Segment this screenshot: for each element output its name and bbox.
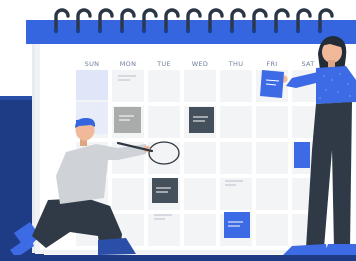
weekday-thu: THU — [228, 60, 244, 68]
calendar-cell — [184, 214, 216, 246]
calendar-cell — [220, 70, 252, 102]
calendar-cell — [220, 106, 252, 138]
calendar-cell — [256, 178, 288, 210]
sticky-note-blue — [224, 212, 250, 238]
weekday-tue: TUE — [156, 60, 171, 68]
calendar-cell — [184, 70, 216, 102]
calendar-cell — [148, 106, 180, 138]
calendar-cell — [256, 106, 288, 138]
calendar-cell — [184, 178, 216, 210]
calendar-cell — [112, 178, 144, 210]
sticky-note-dark — [189, 107, 214, 133]
sticky-note-blue-edge — [294, 142, 310, 168]
calendar-cell — [112, 70, 144, 102]
calendar-cell — [148, 142, 180, 174]
calendar-cell — [184, 142, 216, 174]
calendar-cell — [148, 70, 180, 102]
highlight-column — [76, 70, 108, 100]
calendar-cell — [256, 214, 288, 246]
calendar-binding — [26, 20, 356, 44]
weekday-sun: SUN — [85, 60, 100, 68]
calendar-illustration: SUN MON TUE WED THU FRI SAT — [0, 0, 356, 261]
weekday-fri: FRI — [266, 60, 277, 68]
weekday-mon: MON — [120, 60, 137, 68]
weekday-wed: WED — [192, 60, 208, 68]
calendar-cell — [256, 142, 288, 174]
weekday-sat: SAT — [301, 60, 314, 68]
ground — [0, 255, 356, 261]
calendar-cell — [220, 142, 252, 174]
calendar-cell — [220, 178, 252, 210]
sticky-note-dark-2 — [152, 178, 178, 203]
sticky-note-gray — [114, 107, 141, 133]
